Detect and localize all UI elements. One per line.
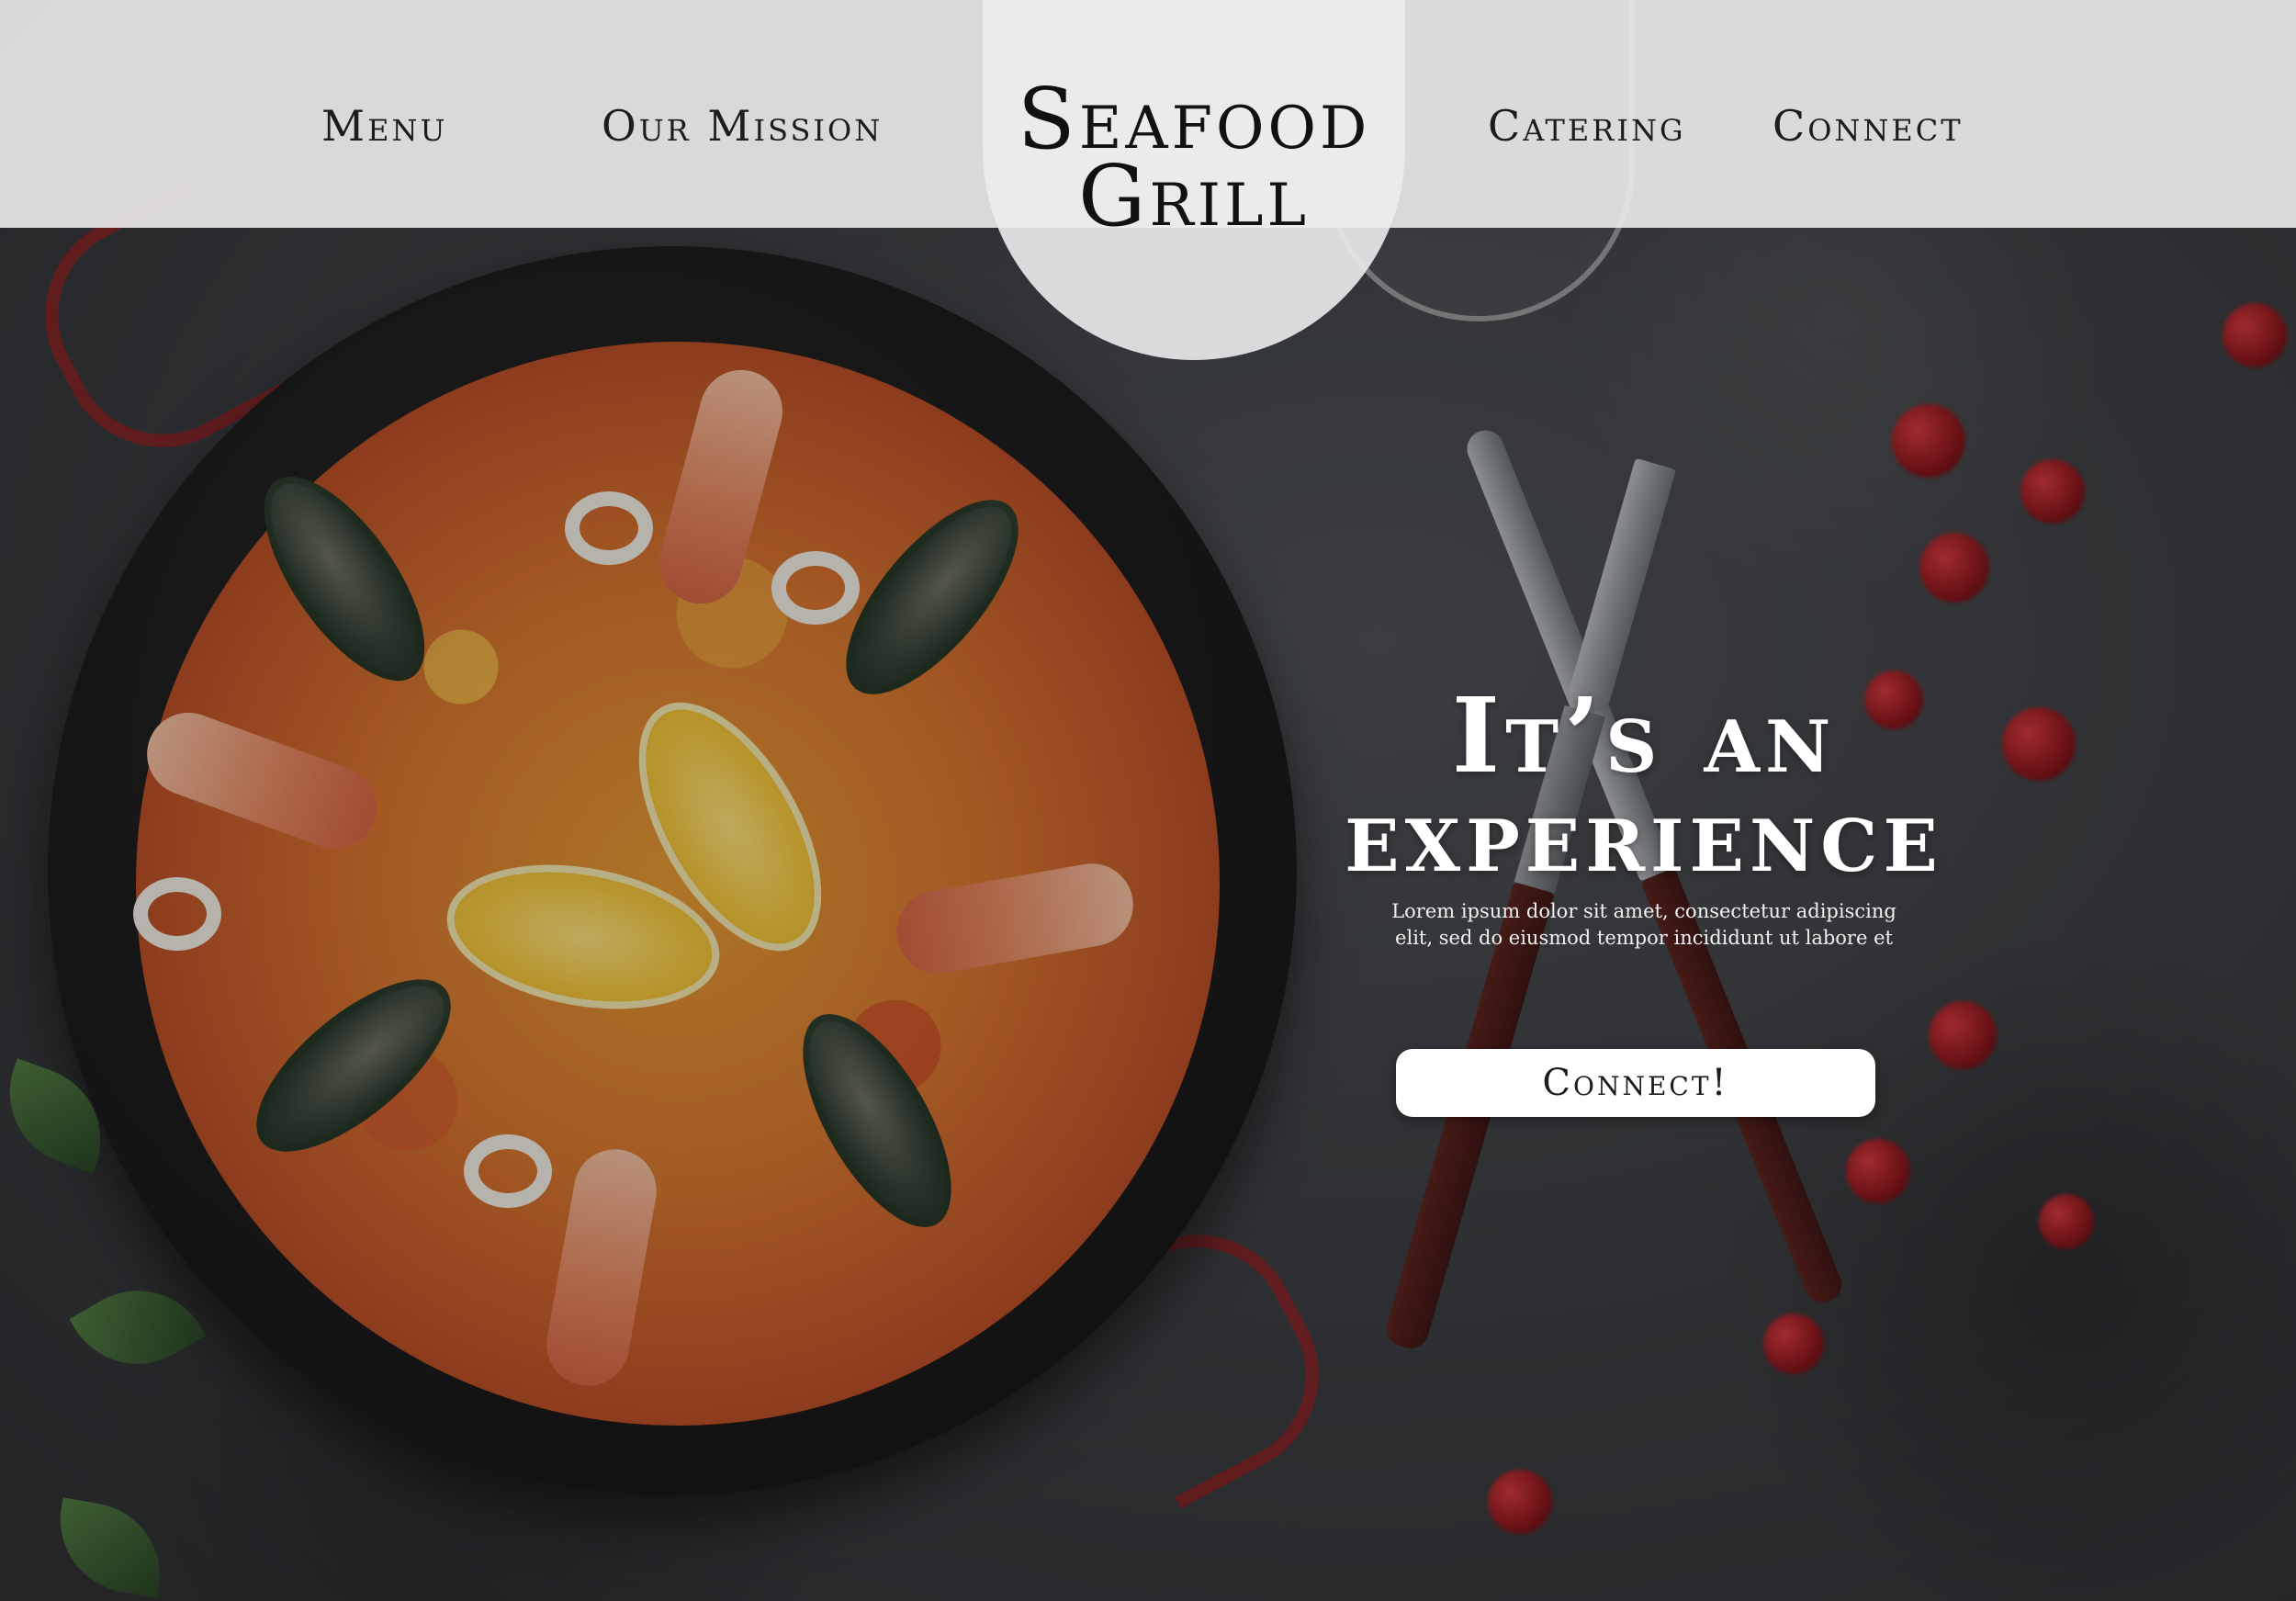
nav-menu-link[interactable]: Menu	[321, 101, 447, 151]
nav-catering-link[interactable]: Catering	[1488, 101, 1686, 151]
nav-connect-link[interactable]: Connect	[1773, 101, 1964, 151]
site-logo[interactable]: Seafood Grill	[983, 77, 1405, 245]
logo-line-2: Grill	[1078, 147, 1310, 245]
landing-page: Menu Our Mission Seafood Grill Catering …	[0, 0, 2296, 1601]
connect-button[interactable]: Connect!	[1396, 1049, 1875, 1117]
hero-title-line-1: It’s an	[1451, 676, 1837, 796]
hero-description: Lorem ipsum dolor sit amet, consectetur …	[1391, 900, 1896, 949]
hero-title-line-2: experience	[1345, 775, 1943, 896]
hero-title: It’s an experience	[1295, 676, 1993, 896]
nav-our-mission-link[interactable]: Our Mission	[602, 101, 883, 151]
